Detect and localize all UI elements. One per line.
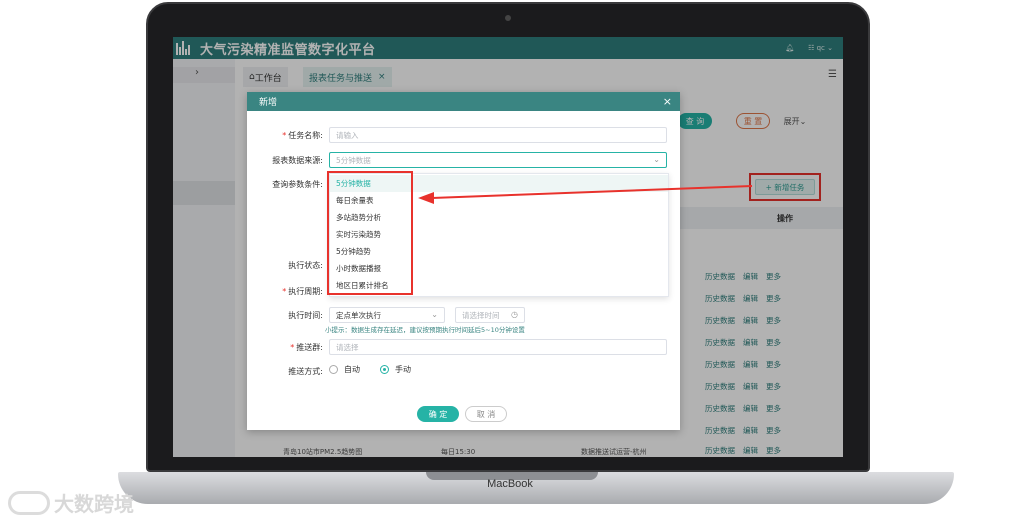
exec-time-label: 执行时间: <box>288 311 323 320</box>
brand-label: MacBook <box>487 478 533 490</box>
new-task-dialog: 新增 × * 任务名称: 请输入 报表数据来源: 5分钟数据 ⌄ 查询参数条件: 执… <box>247 92 680 430</box>
task-name-input[interactable]: 请输入 <box>329 127 667 143</box>
task-name-label: * 任务名称: <box>282 131 323 140</box>
exec-status-label: 执行状态: <box>288 261 323 270</box>
exec-time-select[interactable]: 定点单次执行 ⌄ <box>329 307 445 323</box>
radio-auto-label: 自动 <box>344 365 360 374</box>
chevron-down-icon: ⌄ <box>431 310 438 319</box>
watermark-logo-icon <box>8 490 50 515</box>
exec-time-value: 定点单次执行 <box>336 310 381 320</box>
confirm-button[interactable]: 确 定 <box>417 406 459 422</box>
radio-manual-label: 手动 <box>395 365 411 374</box>
camera <box>505 15 511 21</box>
watermark-text: 大数跨境 <box>54 492 134 516</box>
params-label: 查询参数条件: <box>272 180 323 189</box>
push-group-placeholder: 请选择 <box>336 342 359 352</box>
push-mode-radio-group: 自动 手动 <box>329 364 411 375</box>
time-placeholder: 请选择时间 <box>462 310 500 320</box>
source-select[interactable]: 5分钟数据 ⌄ <box>329 152 667 168</box>
task-name-placeholder: 请输入 <box>336 130 359 140</box>
highlight-box-dropdown <box>327 171 413 295</box>
exec-cycle-label: * 执行周期: <box>282 287 323 296</box>
dialog-header: 新增 × <box>247 92 680 111</box>
radio-auto[interactable] <box>329 365 338 374</box>
source-label: 报表数据来源: <box>272 156 323 165</box>
cancel-button[interactable]: 取 消 <box>465 406 507 422</box>
chevron-down-icon: ⌄ <box>653 155 660 164</box>
radio-manual[interactable] <box>380 365 389 374</box>
watermark: 大数跨境 <box>8 488 134 517</box>
close-icon[interactable]: × <box>663 95 672 108</box>
clock-icon: ◷ <box>511 310 518 319</box>
push-group-label: * 推送群: <box>290 343 323 352</box>
app-screen: 大气污染精准监管数字化平台 🔔︎ ☷ qc ⌄ › ⌂ 工作台 报表任务与推送 × … <box>173 37 843 457</box>
stage: 大气污染精准监管数字化平台 🔔︎ ☷ qc ⌄ › ⌂ 工作台 报表任务与推送 × … <box>0 0 1024 520</box>
hint-text: 小提示：数据生成存在延迟，建议按预期执行时间延后5~10分钟设置 <box>325 326 525 334</box>
dialog-title: 新增 <box>259 98 278 108</box>
source-value: 5分钟数据 <box>336 155 371 165</box>
push-group-select[interactable]: 请选择 <box>329 339 667 355</box>
time-picker-input[interactable]: 请选择时间 ◷ <box>455 307 525 323</box>
push-mode-label: 推送方式: <box>288 367 323 376</box>
